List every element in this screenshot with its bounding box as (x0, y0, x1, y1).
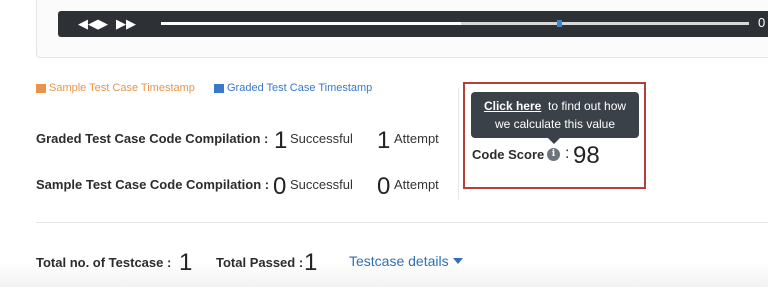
legend-sample: Sample Test Case Timestamp (36, 82, 195, 94)
click-here-link[interactable]: Click here (484, 99, 541, 113)
tooltip-text-1: to find out how (547, 99, 627, 113)
time-readout: 0 (758, 15, 766, 30)
sample-successful-label: Successful (290, 177, 353, 192)
graded-attempt-count: 1 (377, 127, 391, 154)
playback-progress (161, 22, 461, 25)
total-passed-value: 1 (304, 249, 318, 276)
testcase-details-label: Testcase details (349, 253, 449, 269)
sample-successful-count: 0 (273, 173, 287, 200)
legend-graded: Graded Test Case Timestamp (214, 82, 372, 94)
total-testcase-value: 1 (179, 249, 193, 276)
fast-forward-icon[interactable]: ▶▶ (116, 16, 136, 32)
info-icon[interactable]: i (547, 148, 560, 161)
tooltip-arrow (548, 138, 560, 144)
total-testcase-label: Total no. of Testcase : (36, 255, 172, 270)
score-colon: : (565, 145, 570, 162)
sample-compilation-label: Sample Test Case Code Compilation : (36, 177, 270, 192)
playback-track[interactable] (161, 20, 749, 27)
graded-compilation-label: Graded Test Case Code Compilation : (36, 131, 269, 146)
graded-successful-label: Successful (290, 131, 353, 146)
graded-successful-count: 1 (274, 127, 288, 154)
graded-attempt-label: Attempt (394, 131, 439, 146)
rewind-icon[interactable]: ◀◀ (78, 16, 98, 32)
total-passed-label: Total Passed : (216, 255, 304, 270)
caret-down-icon (452, 258, 463, 264)
play-icon[interactable]: ▶ (98, 16, 108, 32)
code-score-value: 98 (573, 142, 600, 169)
graded-swatch (214, 83, 224, 93)
sample-attempt-count: 0 (377, 173, 391, 200)
horizontal-divider (36, 222, 768, 223)
vertical-divider (458, 88, 459, 200)
testcase-details-link[interactable]: Testcase details (349, 253, 463, 269)
playback-bar: ◀◀ ▶ ▶▶ 0 (58, 11, 768, 37)
tooltip-text-2: we calculate this value (494, 117, 616, 131)
legend-graded-label: Graded Test Case Timestamp (227, 82, 373, 94)
code-score-label: Code Score (472, 147, 545, 162)
sample-attempt-label: Attempt (394, 177, 439, 192)
sample-swatch (36, 83, 46, 93)
timestamp-marker[interactable] (557, 20, 562, 27)
legend-sample-label: Sample Test Case Timestamp (49, 82, 195, 94)
score-tooltip: Click here to find out how we calculate … (471, 92, 639, 138)
